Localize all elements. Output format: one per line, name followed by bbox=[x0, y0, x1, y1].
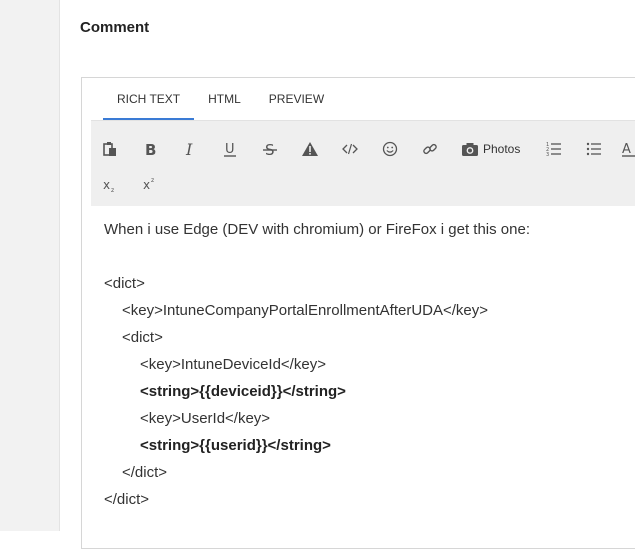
paste-button[interactable] bbox=[99, 137, 121, 161]
subscript-button[interactable]: xz bbox=[99, 173, 121, 197]
svg-text:x: x bbox=[143, 178, 150, 191]
italic-icon: I bbox=[185, 141, 193, 157]
emoji-button[interactable] bbox=[379, 137, 401, 161]
link-icon bbox=[423, 143, 437, 155]
svg-text:B: B bbox=[145, 141, 156, 157]
numbered-list-icon: 123 bbox=[546, 142, 561, 157]
subscript-icon: xz bbox=[103, 178, 114, 193]
intro-text: When i use Edge (DEV with chromium) or F… bbox=[104, 221, 530, 238]
strikethrough-icon: S bbox=[263, 141, 277, 157]
photos-label: Photos bbox=[483, 142, 521, 156]
superscript-icon: xz bbox=[143, 177, 154, 191]
underline-icon: U bbox=[224, 142, 236, 157]
strikethrough-button[interactable]: S bbox=[259, 137, 281, 161]
comment-heading: Comment bbox=[80, 19, 150, 36]
svg-text:I: I bbox=[185, 141, 193, 157]
font-color-button[interactable]: A bbox=[621, 137, 635, 161]
warning-icon bbox=[302, 142, 318, 156]
svg-text:z: z bbox=[151, 177, 154, 184]
editor-tabs: RICH TEXT HTML PREVIEW bbox=[103, 78, 338, 120]
code-line: <key>IntuneCompanyPortalEnrollmentAfterU… bbox=[122, 302, 489, 319]
svg-text:U: U bbox=[225, 142, 235, 157]
emoji-icon bbox=[382, 141, 398, 157]
svg-text:x: x bbox=[103, 178, 110, 192]
comment-editor: RICH TEXT HTML PREVIEW B I U S Photos 1 … bbox=[81, 77, 635, 549]
code-button[interactable] bbox=[339, 137, 361, 161]
tab-rich-text[interactable]: RICH TEXT bbox=[103, 78, 195, 120]
code-line: <key>IntuneDeviceId</key> bbox=[140, 356, 326, 373]
code-line: </dict> bbox=[104, 491, 150, 508]
code-line: <dict> bbox=[104, 275, 145, 292]
code-line: </dict> bbox=[122, 464, 168, 481]
left-sidebar bbox=[0, 0, 60, 531]
svg-text:3: 3 bbox=[546, 152, 549, 157]
code-line-bold: <string>{{userid}}</string> bbox=[140, 437, 331, 454]
italic-button[interactable]: I bbox=[179, 137, 201, 161]
code-line: <dict> bbox=[122, 329, 163, 346]
numbered-list-button[interactable]: 123 bbox=[543, 137, 565, 161]
code-line: <key>UserId</key> bbox=[140, 410, 271, 427]
code-line-bold: <string>{{deviceid}}</string> bbox=[140, 383, 346, 400]
tab-preview[interactable]: PREVIEW bbox=[255, 78, 338, 119]
bulleted-list-icon bbox=[586, 142, 601, 156]
svg-text:A: A bbox=[622, 142, 631, 157]
camera-icon bbox=[462, 143, 478, 156]
photos-button[interactable]: Photos bbox=[461, 137, 531, 161]
bold-icon: B bbox=[145, 141, 156, 157]
bulleted-list-button[interactable] bbox=[583, 137, 605, 161]
code-icon bbox=[342, 143, 358, 155]
warning-button[interactable] bbox=[299, 137, 321, 161]
tab-html[interactable]: HTML bbox=[194, 78, 255, 119]
superscript-button[interactable]: xz bbox=[139, 171, 161, 195]
paste-icon bbox=[103, 142, 116, 156]
editor-toolbar: B I U S Photos 123 A x z x z bbox=[91, 120, 635, 206]
svg-text:S: S bbox=[265, 141, 275, 157]
underline-button[interactable]: U bbox=[219, 137, 241, 161]
font-color-icon: A bbox=[622, 142, 635, 157]
svg-text:z: z bbox=[111, 187, 114, 193]
link-button[interactable] bbox=[419, 137, 441, 161]
bold-button[interactable]: B bbox=[139, 137, 161, 161]
